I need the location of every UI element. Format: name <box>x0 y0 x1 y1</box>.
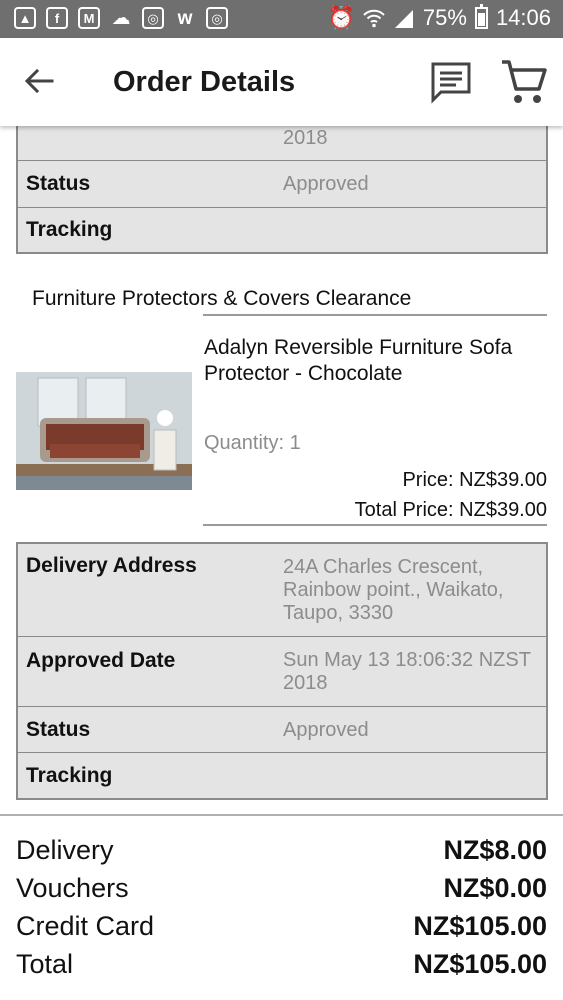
total-summary-row: Total NZ$105.00 <box>16 949 547 985</box>
approved-date-row: Approved Date Sun May 13 18:06:32 NZST 2… <box>18 636 546 706</box>
product-image[interactable] <box>16 372 192 490</box>
approved-date-label: Approved Date <box>26 649 176 672</box>
delivery-value: NZ$8.00 <box>443 835 547 865</box>
total-value: NZ$105.00 <box>413 949 547 979</box>
vouchers-summary-row: Vouchers NZ$0.00 <box>16 873 547 909</box>
vouchers-label: Vouchers <box>16 873 129 903</box>
approved-date-row: 2018 <box>18 126 546 160</box>
quantity-value: 1 <box>289 432 301 454</box>
weather-icon: ☁ <box>111 7 131 29</box>
cart-icon[interactable] <box>499 57 549 107</box>
approved-date-value: 2018 <box>283 127 328 149</box>
credit-card-summary-row: Credit Card NZ$105.00 <box>16 911 547 947</box>
notification-icons: ▲ f M ☁ ◎ w ◎ <box>14 7 228 29</box>
credit-card-label: Credit Card <box>16 911 155 941</box>
order-content[interactable]: 2018 Status Approved Tracking Furniture … <box>0 126 563 1000</box>
delivery-address-label: Delivery Address <box>26 554 197 577</box>
image-icon: ▲ <box>14 7 36 29</box>
tracking-row: Tracking <box>18 207 546 252</box>
delivery-address-row: Delivery Address 24A Charles Crescent, R… <box>18 544 546 636</box>
delivery-address-value: 24A Charles Crescent, Rainbow point., Wa… <box>283 556 504 624</box>
wifi-icon <box>363 9 385 28</box>
wish-icon: w <box>177 7 193 29</box>
status-bar: ▲ f M ☁ ◎ w ◎ ⏰ 75% 14:06 <box>0 0 563 38</box>
status-value: Approved <box>283 719 369 741</box>
total-price-value: NZ$39.00 <box>459 499 547 521</box>
app-bar: Order Details <box>0 38 563 126</box>
quantity: Quantity: 1 <box>204 432 301 455</box>
summary-divider <box>0 814 563 816</box>
store-name: Furniture Protectors & Covers Clearance <box>32 287 412 310</box>
message-icon[interactable] <box>429 60 473 104</box>
instagram-icon: ◎ <box>142 7 164 29</box>
quantity-label: Quantity: <box>204 432 285 454</box>
status-value: Approved <box>283 173 369 195</box>
status-label: Status <box>26 172 91 195</box>
divider <box>203 314 547 316</box>
delivery-label: Delivery <box>16 835 114 865</box>
price-value: NZ$39.00 <box>459 469 547 491</box>
gmail-icon: M <box>78 7 100 29</box>
approved-date-value: Sun May 13 18:06:32 NZST 2018 <box>283 649 531 694</box>
tracking-label: Tracking <box>26 764 113 787</box>
alarm-icon: ⏰ <box>327 5 355 30</box>
order-info-table: Delivery Address 24A Charles Crescent, R… <box>16 542 548 800</box>
tracking-label: Tracking <box>26 218 113 241</box>
total-label: Total <box>16 949 74 979</box>
price: Price: NZ$39.00 <box>402 469 547 492</box>
order-info-table-previous: 2018 Status Approved Tracking <box>16 126 548 254</box>
status-row: Status Approved <box>18 160 546 207</box>
credit-card-value: NZ$105.00 <box>413 911 547 941</box>
page-title: Order Details <box>113 66 296 98</box>
product-name[interactable]: Adalyn Reversible Furniture Sofa Protect… <box>204 335 544 387</box>
price-label: Price: <box>402 469 454 491</box>
status-label: Status <box>26 718 91 741</box>
system-status: ⏰ 75% 14:06 <box>327 4 551 31</box>
instagram-icon: ◎ <box>206 7 228 29</box>
total-price: Total Price: NZ$39.00 <box>355 499 547 522</box>
clock: 14:06 <box>495 5 551 30</box>
battery-percent: 75% <box>422 5 467 30</box>
signal-icon <box>394 10 413 28</box>
status-row: Status Approved <box>18 706 546 752</box>
vouchers-value: NZ$0.00 <box>443 873 547 903</box>
back-arrow-icon[interactable] <box>22 64 56 98</box>
tracking-row: Tracking <box>18 752 546 798</box>
delivery-summary-row: Delivery NZ$8.00 <box>16 835 547 871</box>
battery-icon <box>474 4 488 29</box>
total-price-label: Total Price: <box>354 499 454 521</box>
facebook-icon: f <box>46 7 68 29</box>
divider <box>203 524 547 526</box>
